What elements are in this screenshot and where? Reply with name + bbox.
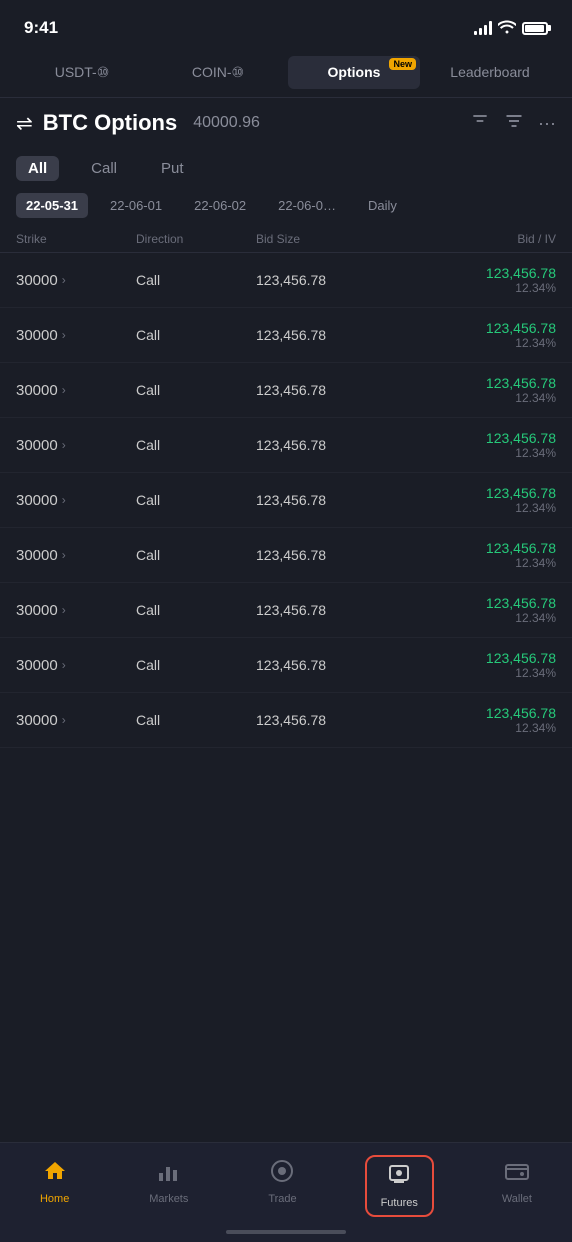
cell-bidsize-2: 123,456.78 (256, 382, 386, 398)
wifi-icon (498, 20, 516, 37)
cell-bidsize-7: 123,456.78 (256, 657, 386, 673)
cell-bidiv-4: 123,456.78 12.34% (386, 485, 556, 515)
cell-bidsize-5: 123,456.78 (256, 547, 386, 563)
page-header: ⇌ BTC Options 40000.96 ··· (0, 98, 572, 148)
cell-bidiv-6: 123,456.78 12.34% (386, 595, 556, 625)
table-header: Strike Direction Bid Size Bid / IV (0, 226, 572, 253)
cell-strike-3: 30000› (16, 437, 136, 454)
table-body: 30000› Call 123,456.78 123,456.78 12.34%… (0, 253, 572, 748)
col-strike: Strike (16, 232, 136, 246)
bottom-nav: Home Markets Trade Futu (0, 1142, 572, 1242)
date-tabs: 22-05-31 22-06-01 22-06-02 22-06-0… Dail… (0, 189, 572, 226)
filter-icon[interactable] (470, 111, 490, 136)
nav-wallet[interactable]: Wallet (490, 1155, 544, 1209)
table-row[interactable]: 30000› Call 123,456.78 123,456.78 12.34% (0, 363, 572, 418)
top-tabs: USDT-⑩ COIN-⑩ Options New Leaderboard (0, 48, 572, 98)
date-tab-4[interactable]: Daily (358, 193, 407, 218)
cell-direction-8: Call (136, 712, 256, 728)
table-row[interactable]: 30000› Call 123,456.78 123,456.78 12.34% (0, 638, 572, 693)
nav-trade[interactable]: Trade (256, 1155, 308, 1209)
cell-bidiv-1: 123,456.78 12.34% (386, 320, 556, 350)
signal-icon (474, 21, 492, 35)
date-tab-0[interactable]: 22-05-31 (16, 193, 88, 218)
filter-row: All Call Put (0, 148, 572, 189)
table-row[interactable]: 30000› Call 123,456.78 123,456.78 12.34% (0, 253, 572, 308)
cell-bidiv-8: 123,456.78 12.34% (386, 705, 556, 735)
date-tab-2[interactable]: 22-06-02 (184, 193, 256, 218)
date-tab-1[interactable]: 22-06-01 (100, 193, 172, 218)
nav-trade-label: Trade (268, 1193, 296, 1205)
nav-markets[interactable]: Markets (137, 1155, 200, 1209)
status-time: 9:41 (24, 18, 58, 38)
cell-direction-2: Call (136, 382, 256, 398)
futures-icon (387, 1163, 411, 1193)
markets-icon (157, 1159, 181, 1189)
header-right: ··· (470, 111, 556, 136)
cell-bidsize-8: 123,456.78 (256, 712, 386, 728)
cell-strike-6: 30000› (16, 602, 136, 619)
cell-strike-2: 30000› (16, 382, 136, 399)
cell-strike-1: 30000› (16, 327, 136, 344)
cell-direction-1: Call (136, 327, 256, 343)
table-row[interactable]: 30000› Call 123,456.78 123,456.78 12.34% (0, 308, 572, 363)
cell-bidiv-0: 123,456.78 12.34% (386, 265, 556, 295)
sort-icon[interactable] (504, 111, 524, 136)
table-row[interactable]: 30000› Call 123,456.78 123,456.78 12.34% (0, 473, 572, 528)
col-bidsize: Bid Size (256, 232, 386, 246)
nav-wallet-label: Wallet (502, 1193, 532, 1205)
cell-direction-3: Call (136, 437, 256, 453)
cell-strike-7: 30000› (16, 657, 136, 674)
nav-home-label: Home (40, 1193, 69, 1205)
battery-icon (522, 22, 548, 35)
cell-bidiv-5: 123,456.78 12.34% (386, 540, 556, 570)
status-icons (474, 20, 548, 37)
cell-direction-6: Call (136, 602, 256, 618)
cell-direction-4: Call (136, 492, 256, 508)
status-bar: 9:41 (0, 0, 572, 48)
nav-futures-label: Futures (381, 1197, 418, 1209)
col-direction: Direction (136, 232, 256, 246)
cell-direction-5: Call (136, 547, 256, 563)
cell-bidiv-3: 123,456.78 12.34% (386, 430, 556, 460)
cell-bidsize-6: 123,456.78 (256, 602, 386, 618)
date-tab-3[interactable]: 22-06-0… (268, 193, 346, 218)
cell-strike-8: 30000› (16, 712, 136, 729)
swap-icon[interactable]: ⇌ (16, 111, 33, 136)
table-row[interactable]: 30000› Call 123,456.78 123,456.78 12.34% (0, 418, 572, 473)
cell-strike-5: 30000› (16, 547, 136, 564)
cell-bidsize-1: 123,456.78 (256, 327, 386, 343)
table-row[interactable]: 30000› Call 123,456.78 123,456.78 12.34% (0, 693, 572, 748)
tab-leaderboard[interactable]: Leaderboard (424, 56, 556, 89)
tab-options[interactable]: Options New (288, 56, 420, 89)
table-row[interactable]: 30000› Call 123,456.78 123,456.78 12.34% (0, 528, 572, 583)
cell-strike-4: 30000› (16, 492, 136, 509)
home-icon (43, 1159, 67, 1189)
cell-direction-0: Call (136, 272, 256, 288)
tab-usdt[interactable]: USDT-⑩ (16, 56, 148, 89)
header-left: ⇌ BTC Options 40000.96 (16, 110, 260, 136)
cell-bidsize-3: 123,456.78 (256, 437, 386, 453)
col-bidiv: Bid / IV (386, 232, 556, 246)
trade-icon (270, 1159, 294, 1189)
tab-coin[interactable]: COIN-⑩ (152, 56, 284, 89)
price-value: 40000.96 (193, 114, 260, 132)
filter-all[interactable]: All (16, 156, 59, 181)
nav-home[interactable]: Home (28, 1155, 81, 1209)
table-row[interactable]: 30000› Call 123,456.78 123,456.78 12.34% (0, 583, 572, 638)
cell-bidsize-0: 123,456.78 (256, 272, 386, 288)
filter-put[interactable]: Put (149, 156, 196, 181)
page-title: BTC Options (43, 110, 177, 136)
cell-bidiv-2: 123,456.78 12.34% (386, 375, 556, 405)
cell-bidsize-4: 123,456.78 (256, 492, 386, 508)
nav-futures[interactable]: Futures (365, 1155, 434, 1217)
cell-direction-7: Call (136, 657, 256, 673)
filter-call[interactable]: Call (79, 156, 129, 181)
new-badge: New (389, 58, 416, 70)
nav-markets-label: Markets (149, 1193, 188, 1205)
cell-bidiv-7: 123,456.78 12.34% (386, 650, 556, 680)
wallet-icon (505, 1159, 529, 1189)
cell-strike-0: 30000› (16, 272, 136, 289)
more-icon[interactable]: ··· (538, 113, 556, 134)
home-indicator (226, 1230, 346, 1234)
